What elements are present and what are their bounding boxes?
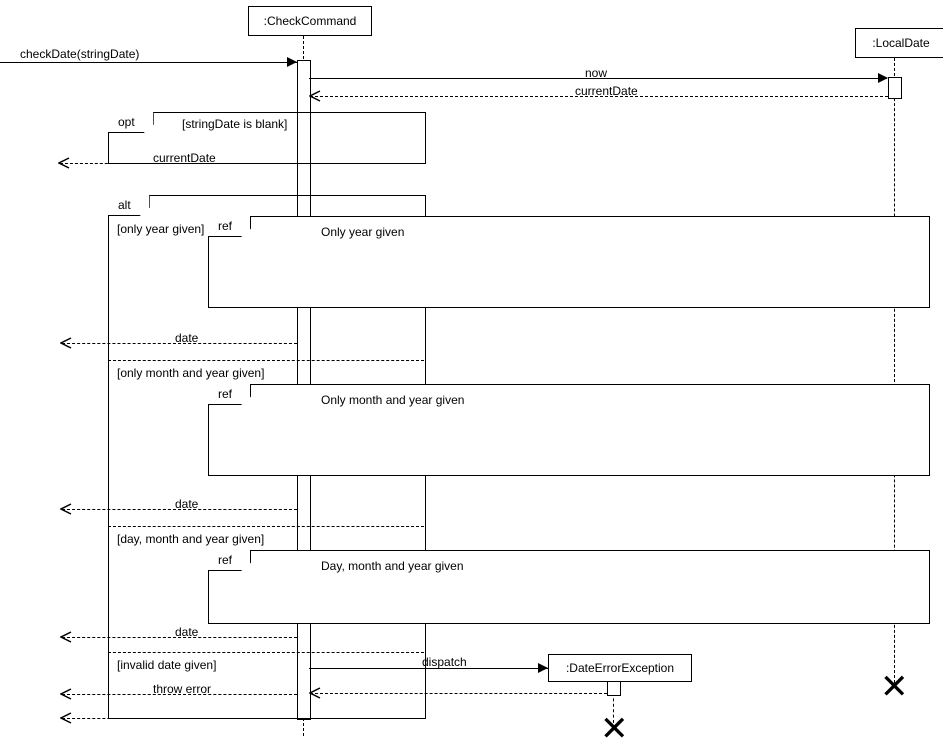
participant-dateerror: :DateErrorException — [548, 654, 692, 682]
fragment-tag: ref — [208, 384, 251, 405]
alt-separator — [108, 360, 424, 361]
fragment-ref-3: ref — [208, 550, 930, 624]
fragment-tag: alt — [108, 195, 150, 216]
message-now-line — [309, 78, 887, 79]
message-date3-line — [62, 637, 297, 638]
alt-guard-2: [only month and year given] — [117, 366, 264, 380]
participant-label: :DateErrorException — [566, 661, 674, 675]
message-dispatch-return-line — [310, 693, 607, 694]
participant-localdate: :LocalDate — [855, 28, 943, 58]
message-dispatch-line — [309, 668, 548, 669]
message-date2-line — [62, 509, 297, 510]
participant-label: :LocalDate — [872, 36, 929, 50]
destroy-icon: ✕ — [880, 670, 909, 704]
arrow-open-icon — [60, 337, 72, 349]
arrow-open-icon — [309, 90, 321, 102]
arrow-open-icon — [60, 712, 72, 724]
message-dispatch-label: dispatch — [422, 655, 467, 669]
arrow-open-icon — [60, 688, 72, 700]
arrow-open-icon — [60, 503, 72, 515]
message-currentdate-line — [310, 96, 888, 97]
participant-label: :CheckCommand — [264, 14, 357, 28]
participant-checkcommand: :CheckCommand — [248, 6, 372, 36]
fragment-ref-1: ref — [208, 216, 930, 308]
fragment-ref-2: ref — [208, 384, 930, 476]
message-final-return-line — [62, 718, 297, 719]
destroy-icon: ✕ — [600, 712, 629, 746]
message-throw-line — [62, 694, 297, 695]
message-entry-line — [0, 62, 297, 63]
ref2-title: Only month and year given — [321, 393, 464, 407]
sequence-diagram: :CheckCommand :LocalDate checkDate(strin… — [0, 0, 943, 742]
fragment-tag: ref — [208, 216, 251, 237]
activation-localdate — [888, 77, 902, 99]
fragment-tag: ref — [208, 550, 251, 571]
arrow-icon — [287, 57, 297, 67]
ref3-title: Day, month and year given — [321, 559, 464, 573]
ref1-title: Only year given — [321, 225, 404, 239]
alt-guard-1: [only year given] — [117, 222, 204, 236]
arrow-icon — [538, 663, 548, 673]
arrow-open-icon — [60, 631, 72, 643]
arrow-icon — [878, 73, 888, 83]
fragment-tag: opt — [108, 112, 154, 133]
message-entry-label: checkDate(stringDate) — [20, 47, 139, 61]
fragment-opt-guard: [stringDate is blank] — [182, 117, 287, 131]
arrow-open-icon — [309, 687, 321, 699]
message-date1-line — [62, 343, 297, 344]
alt-guard-3: [day, month and year given] — [117, 532, 264, 546]
message-currentdate-return-line — [60, 163, 297, 164]
activation-dateerror — [607, 680, 621, 696]
alt-guard-4: [invalid date given] — [117, 658, 216, 672]
alt-separator — [108, 526, 424, 527]
alt-separator — [108, 652, 424, 653]
arrow-open-icon — [58, 157, 70, 169]
